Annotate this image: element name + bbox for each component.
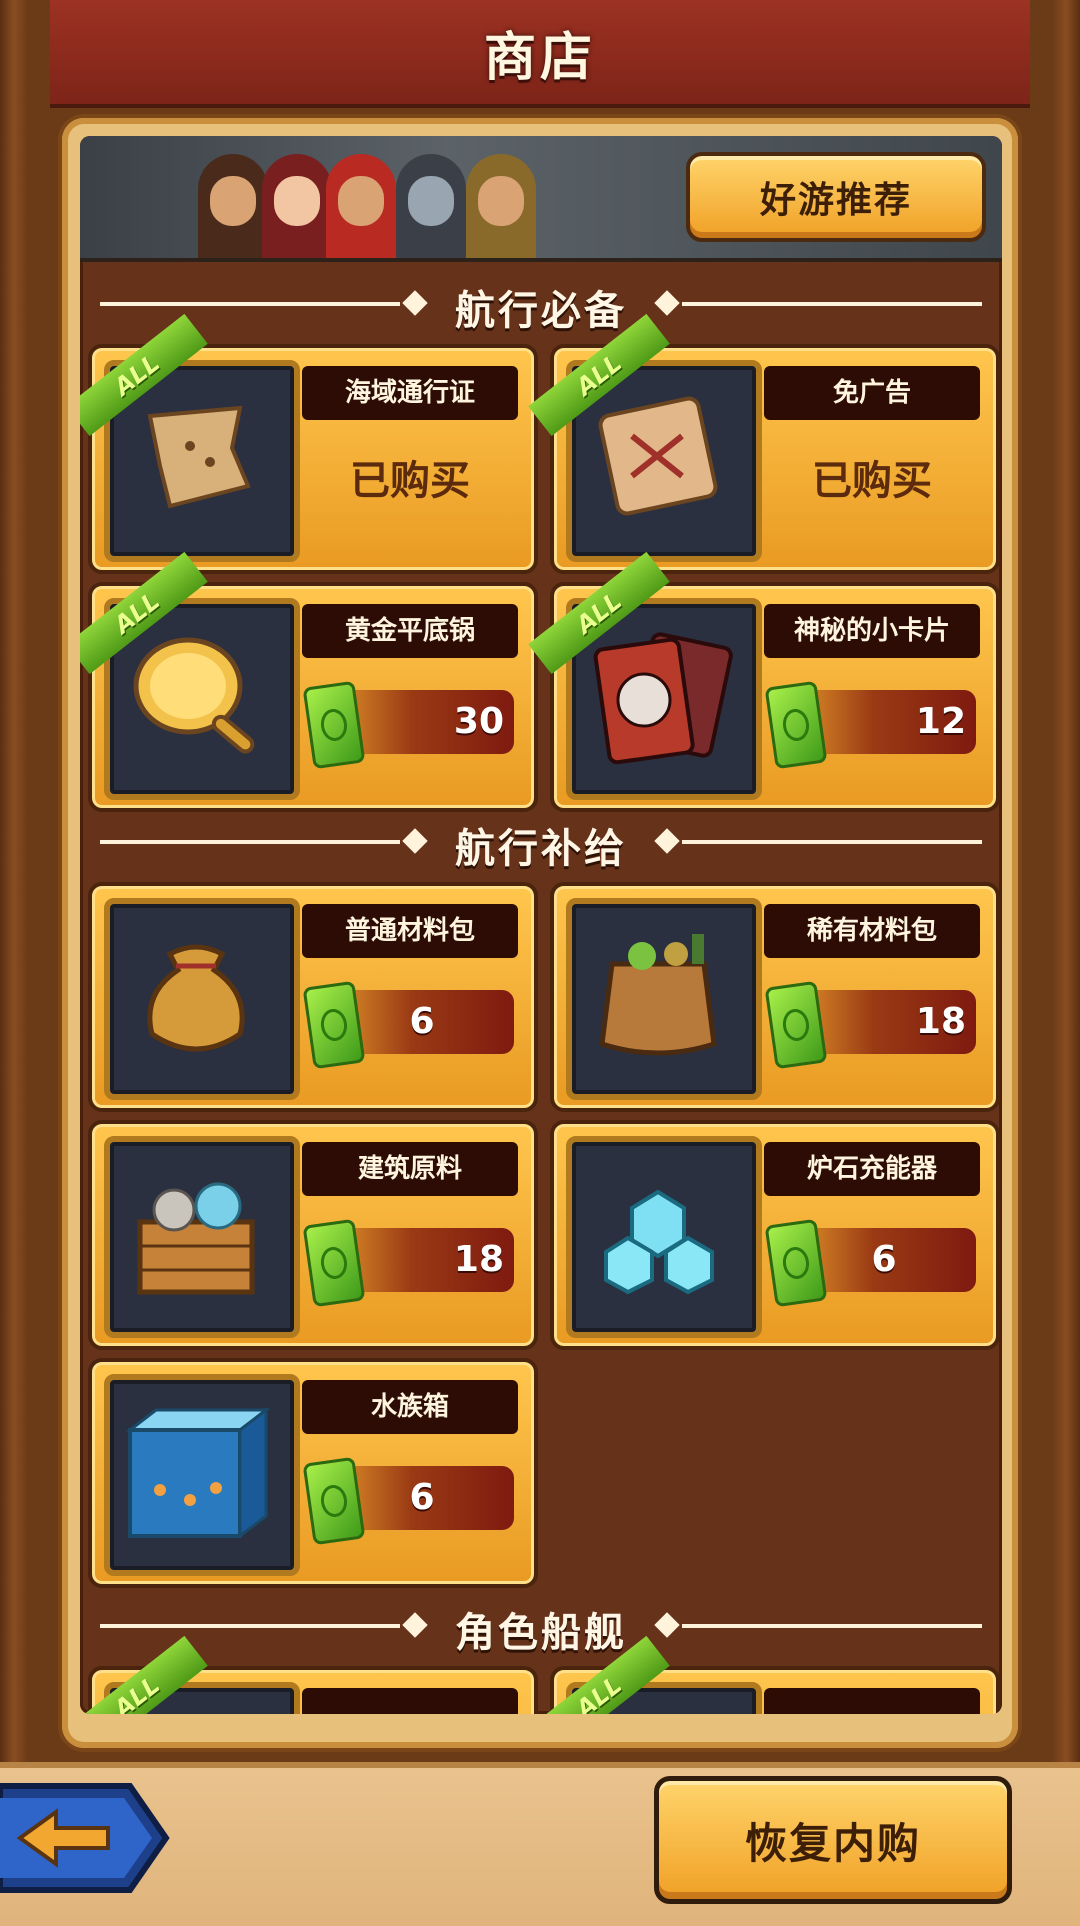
shop-item-card[interactable]: ALL 神秘的小卡片 12	[528, 551, 1000, 812]
back-arrow-icon	[0, 1783, 170, 1893]
item-name: 炉石充能器	[764, 1142, 980, 1196]
section-header-supplies: 航行补给	[80, 812, 1002, 872]
item-price: 18	[915, 1001, 966, 1042]
shop-item-card[interactable]: 稀有材料包 18	[550, 882, 1000, 1112]
page-title: 商店	[483, 27, 596, 88]
item-name	[764, 1688, 980, 1714]
item-price: 18	[453, 1239, 504, 1280]
item-name: 海域通行证	[302, 366, 518, 420]
shop-item-card[interactable]: 建筑原料 18	[88, 1120, 538, 1350]
shop-item-card[interactable]: ALL 免广告 已购买	[528, 313, 1000, 574]
shop-item-card[interactable]: ALL	[528, 1635, 1000, 1714]
shop-item-card[interactable]: 炉石充能器 6	[550, 1120, 1000, 1350]
item-name: 黄金平底锅	[302, 604, 518, 658]
item-price: 6	[409, 1477, 435, 1518]
item-name: 普通材料包	[302, 904, 518, 958]
cash-icon	[302, 1456, 366, 1546]
item-name: 水族箱	[302, 1380, 518, 1434]
hero-character	[396, 154, 466, 258]
rare-bag-icon	[566, 898, 762, 1100]
section-title: 角色船舰	[455, 1610, 627, 1656]
building-crate-icon	[104, 1136, 300, 1338]
hero-banner: 好游推荐	[80, 136, 1002, 262]
item-price: 6	[871, 1239, 897, 1280]
item-price: 12	[915, 701, 966, 742]
crystal-icon	[566, 1136, 762, 1338]
hero-character	[262, 154, 332, 258]
section-header-essentials: 航行必备	[80, 274, 1002, 334]
hero-character	[198, 154, 268, 258]
restore-purchases-button[interactable]: 恢复内购	[654, 1776, 1012, 1904]
material-bag-icon	[104, 898, 300, 1100]
shop-panel[interactable]: 好游推荐 航行必备 ALL 海域通行证 已购买 ALL 免广告 已购买 ALL …	[80, 136, 1002, 1714]
item-name	[302, 1688, 518, 1714]
purchased-status: 已购买	[812, 458, 932, 504]
section-title: 航行必备	[455, 288, 627, 334]
aquarium-icon	[104, 1374, 300, 1576]
item-name: 建筑原料	[302, 1142, 518, 1196]
item-price: 30	[453, 701, 504, 742]
title-bar: 商店	[50, 0, 1030, 108]
purchased-status: 已购买	[350, 458, 470, 504]
shop-item-card[interactable]: ALL 黄金平底锅 30	[80, 551, 538, 812]
hero-character	[466, 154, 536, 258]
shop-item-card[interactable]: ALL	[80, 1635, 538, 1714]
item-name: 稀有材料包	[764, 904, 980, 958]
shop-item-card[interactable]: 普通材料包 6	[88, 882, 538, 1112]
cash-icon	[302, 980, 366, 1070]
shop-item-card[interactable]: ALL 海域通行证 已购买	[80, 313, 538, 574]
item-name: 免广告	[764, 366, 980, 420]
section-header-characters: 角色船舰	[80, 1596, 1002, 1656]
recommend-button[interactable]: 好游推荐	[686, 152, 986, 242]
hero-character	[326, 154, 396, 258]
section-title: 航行补给	[455, 826, 627, 872]
back-button[interactable]	[0, 1778, 170, 1898]
item-price: 6	[409, 1001, 435, 1042]
cash-icon	[764, 1218, 828, 1308]
item-name: 神秘的小卡片	[764, 604, 980, 658]
shop-item-card[interactable]: 水族箱 6	[88, 1358, 538, 1588]
